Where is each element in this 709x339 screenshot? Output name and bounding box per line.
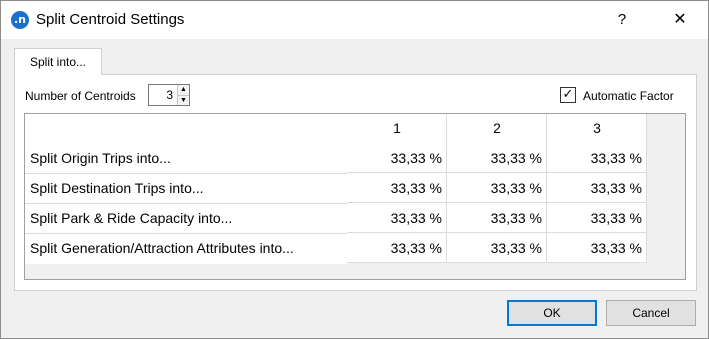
table-cell[interactable]: 33,33 % — [447, 233, 547, 263]
row-label-generation-attraction: Split Generation/Attraction Attributes i… — [30, 240, 294, 256]
row-label-park-ride-capacity: Split Park & Ride Capacity into... — [30, 210, 233, 226]
row-separator — [25, 203, 347, 204]
table-cell[interactable]: 33,33 % — [547, 203, 647, 233]
automatic-factor-label[interactable]: Automatic Factor — [583, 89, 674, 103]
table-cell[interactable]: 33,33 % — [447, 143, 547, 173]
row-label-destination-trips: Split Destination Trips into... — [30, 180, 204, 196]
table-cell[interactable]: 33,33 % — [447, 203, 547, 233]
row-label-origin-trips: Split Origin Trips into... — [30, 150, 171, 166]
help-button[interactable]: ? — [597, 1, 647, 39]
column-header-1: 1 — [393, 120, 401, 136]
table-cell[interactable]: 33,33 % — [547, 173, 647, 203]
table-cell[interactable]: 33,33 % — [547, 233, 647, 263]
table-cell[interactable]: 33,33 % — [347, 233, 447, 263]
tab-split-into[interactable]: Split into... — [14, 48, 102, 75]
number-of-centroids-input[interactable]: 3 — [149, 85, 176, 105]
title-bar[interactable]: .n Split Centroid Settings ? ✕ — [1, 1, 708, 39]
spin-up-arrow-icon[interactable]: ▲ — [177, 85, 189, 95]
cancel-button[interactable]: Cancel — [606, 300, 696, 326]
dialog-window: .n Split Centroid Settings ? ✕ Split int… — [0, 0, 709, 339]
app-icon: .n — [11, 11, 29, 29]
automatic-factor-checkbox[interactable]: ✓ — [560, 87, 576, 103]
column-header-3: 3 — [593, 120, 601, 136]
table-cell[interactable]: 33,33 % — [547, 143, 647, 173]
table-cell[interactable]: 33,33 % — [347, 203, 447, 233]
table-cell[interactable]: 33,33 % — [347, 173, 447, 203]
column-header-2: 2 — [493, 120, 501, 136]
table-cell[interactable]: 33,33 % — [347, 143, 447, 173]
table-cell[interactable]: 33,33 % — [447, 173, 547, 203]
spin-down-arrow-icon[interactable]: ▼ — [177, 95, 189, 105]
dialog-title: Split Centroid Settings — [36, 11, 185, 28]
row-separator — [25, 173, 347, 174]
row-separator — [25, 233, 347, 234]
ok-button[interactable]: OK — [507, 300, 597, 326]
close-button[interactable]: ✕ — [655, 1, 705, 39]
number-of-centroids-spinner[interactable]: 3 ▲ ▼ — [148, 84, 190, 106]
number-of-centroids-label: Number of Centroids — [25, 89, 136, 103]
